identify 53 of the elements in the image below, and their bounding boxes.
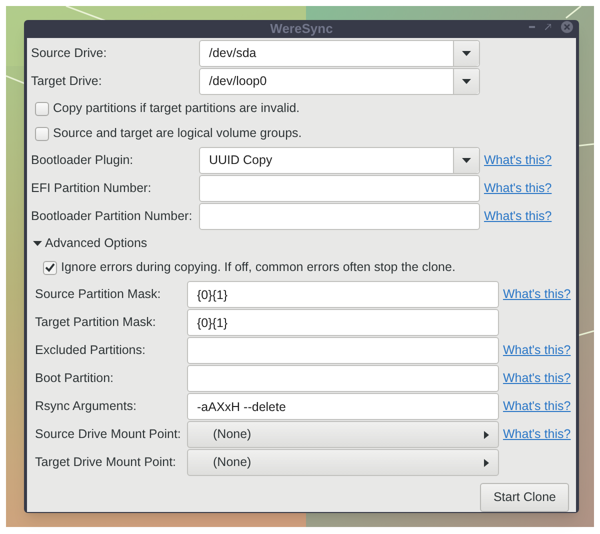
help-link[interactable]: What's this?	[503, 397, 572, 416]
field-label: Bootloader Plugin:	[31, 152, 134, 170]
help-link[interactable]: What's this?	[484, 179, 572, 198]
help-link[interactable]: What's this?	[503, 425, 572, 444]
close-icon[interactable]	[561, 21, 573, 33]
dropdown-button[interactable]	[453, 41, 479, 66]
menu-button[interactable]: (None)	[187, 449, 499, 476]
caret-icon	[462, 79, 471, 84]
dropdown-field[interactable]: UUID Copy	[199, 147, 480, 174]
maximize-icon[interactable]	[545, 24, 551, 30]
field-label: Bootloader Partition Number:	[31, 208, 194, 226]
dropdown-button[interactable]	[453, 148, 479, 173]
text-field[interactable]: -aAXxH --delete	[187, 393, 499, 420]
help-link[interactable]: What's this?	[484, 207, 572, 226]
help-link[interactable]: What's this?	[484, 151, 572, 170]
caret-icon	[33, 240, 42, 246]
text-field[interactable]: {0}{1}	[187, 309, 499, 336]
field-label: Boot Partition:	[35, 370, 115, 388]
text-field[interactable]: {0}{1}	[187, 281, 499, 308]
help-link[interactable]: What's this?	[503, 341, 572, 360]
text-field[interactable]	[187, 337, 499, 364]
dropdown-button[interactable]	[453, 69, 479, 94]
field-label: Target Partition Mask:	[35, 314, 157, 332]
checkbox-label: Ignore errors during copying. If off, common errors often stop the clone.	[61, 259, 456, 276]
caret-icon	[484, 458, 489, 466]
window-title: WereSync	[270, 20, 333, 38]
checkbox[interactable]	[35, 126, 49, 140]
checkbox-label: Copy partitions if target partitions are invalid.	[53, 100, 300, 118]
caret-icon	[484, 430, 489, 438]
checkbox-label: Source and target are logical volume groups.	[53, 125, 302, 142]
field-label: Source Drive Mount Point:	[35, 426, 182, 444]
dropdown-field[interactable]: /dev/sda	[199, 40, 480, 67]
start-clone-button[interactable]: Start Clone	[480, 483, 569, 512]
field-label: Source Drive:	[31, 45, 108, 62]
field-label: EFI Partition Number:	[31, 180, 152, 198]
dropdown-field[interactable]: /dev/loop0	[199, 68, 480, 95]
help-link[interactable]: What's this?	[503, 369, 572, 388]
field-label: Rsync Arguments:	[35, 398, 138, 416]
caret-icon	[462, 51, 471, 56]
help-link[interactable]: What's this?	[503, 285, 572, 304]
menu-button[interactable]: (None)	[187, 421, 499, 448]
text-field[interactable]	[187, 365, 499, 392]
checkbox[interactable]	[35, 102, 49, 116]
field-label: Target Drive:	[31, 73, 103, 90]
text-field[interactable]	[199, 203, 480, 230]
checkmark-icon	[45, 263, 55, 272]
field-label: Source Partition Mask:	[35, 286, 162, 304]
checkbox[interactable]	[43, 260, 57, 274]
field-label: Target Drive Mount Point:	[35, 454, 178, 472]
caret-icon	[462, 158, 471, 163]
text-field[interactable]	[199, 175, 480, 202]
field-label: Excluded Partitions:	[35, 342, 146, 360]
expander[interactable]: Advanced Options	[31, 231, 148, 255]
